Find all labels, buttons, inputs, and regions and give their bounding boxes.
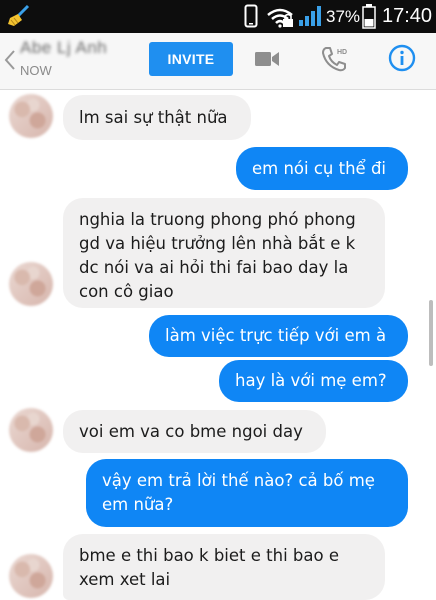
message-incoming[interactable]: nghia la truong phong phó phong gd va hi… xyxy=(63,198,385,308)
avatar[interactable] xyxy=(9,94,53,138)
status-bar: 37% 17:40 xyxy=(0,0,436,33)
svg-text:HD: HD xyxy=(337,49,347,56)
message-list: lm sai sự thật nữa em nói cụ thể đi nghi… xyxy=(0,90,436,600)
wifi-icon xyxy=(267,8,293,28)
signal-icon xyxy=(299,6,321,26)
battery-icon xyxy=(362,4,376,29)
avatar[interactable] xyxy=(9,262,53,306)
battery-percent: 37% xyxy=(326,7,361,26)
active-status: NOW xyxy=(20,63,52,78)
message-incoming[interactable]: lm sai sự thật nữa xyxy=(63,95,251,140)
message-incoming[interactable]: bme e thi bao k biet e thi bao e xem xet… xyxy=(63,534,385,600)
avatar[interactable] xyxy=(9,554,53,598)
message-incoming[interactable]: voi em va co bme ngoi day xyxy=(63,410,326,453)
scrollbar[interactable] xyxy=(429,300,433,366)
video-camera-icon[interactable] xyxy=(254,49,280,69)
back-chevron-icon[interactable] xyxy=(4,49,16,71)
invite-button[interactable]: INVITE xyxy=(149,42,233,76)
info-icon[interactable] xyxy=(388,44,416,72)
contact-name[interactable]: Abe Lj Anh xyxy=(20,38,107,58)
conversation-header: Abe Lj Anh NOW INVITE HD xyxy=(0,33,436,90)
hd-call-icon[interactable]: HD xyxy=(320,45,348,73)
message-outgoing[interactable]: em nói cụ thể đi xyxy=(236,147,408,190)
messenger-screen: 37% 17:40 Abe Lj Anh NOW INVITE HD lm sa… xyxy=(0,0,436,600)
phone-outline-icon xyxy=(244,4,258,28)
message-outgoing[interactable]: hay là với mẹ em? xyxy=(219,360,408,402)
message-outgoing[interactable]: vậy em trả lời thế nào? cả bố mẹ em nữa? xyxy=(86,459,408,527)
message-outgoing[interactable]: làm việc trực tiếp với em à xyxy=(149,315,408,357)
avatar[interactable] xyxy=(9,408,53,452)
clock: 17:40 xyxy=(382,5,433,27)
broom-icon xyxy=(8,4,30,26)
